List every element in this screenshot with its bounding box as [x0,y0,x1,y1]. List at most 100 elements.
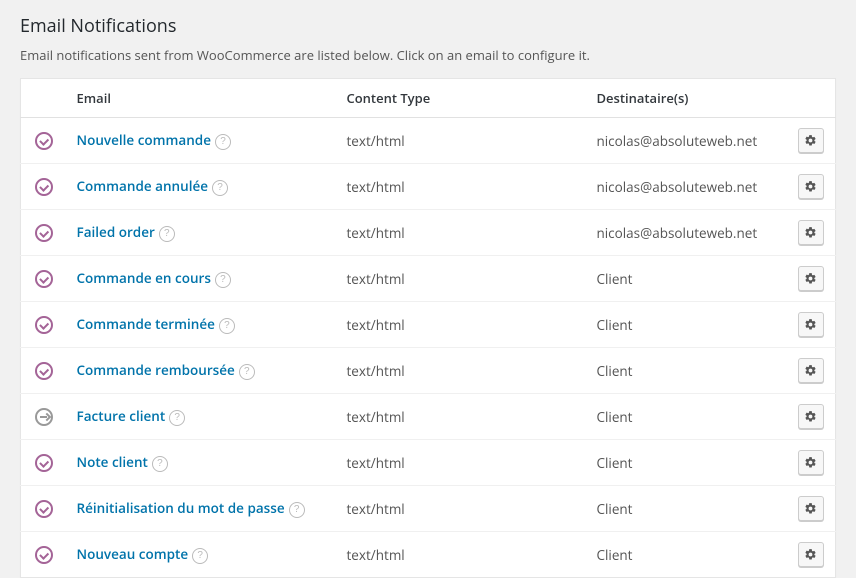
column-header-content-type: Content Type [337,79,587,118]
email-name-cell: Note client? [67,440,337,486]
action-cell [788,164,836,210]
table-row: Commande annulée? text/htmlnicolas@absolu… [21,164,836,210]
recipient-cell: Client [587,486,788,532]
action-cell [788,118,836,164]
page-description: Email notifications sent from WooCommerc… [20,46,836,64]
gear-icon [804,410,817,423]
content-type-cell: text/html [337,164,587,210]
email-link[interactable]: Commande annulée [77,177,209,195]
configure-button[interactable] [798,404,824,429]
configure-button[interactable] [798,220,824,245]
help-tip-icon[interactable]: ? [212,180,228,196]
content-type-cell: text/html [337,302,587,348]
configure-button[interactable] [798,450,824,475]
email-link[interactable]: Nouvelle commande [77,131,212,149]
gear-icon [804,364,817,377]
page-title: Email Notifications [20,14,836,38]
table-row: Note client?text/htmlClient [21,440,836,486]
recipient-cell: Client [587,440,788,486]
recipient-cell: Client [587,256,788,302]
recipient-cell: nicolas@absoluteweb.net [587,118,788,164]
help-tip-icon[interactable]: ? [215,134,231,150]
table-row: Failed order? text/htmlnicolas@absolutewe… [21,210,836,256]
status-cell [21,302,67,348]
column-header-status [21,79,67,118]
email-name-cell: Commande remboursée? [67,348,337,394]
content-type-cell: text/html [337,440,587,486]
status-cell [21,164,67,210]
configure-button[interactable] [798,174,824,199]
action-cell [788,256,836,302]
gear-icon [804,180,817,193]
status-enabled-icon [35,132,53,150]
email-link[interactable]: Commande terminée [77,315,215,333]
content-type-cell: text/html [337,532,587,578]
email-name-cell: Réinitialisation du mot de passe? [67,486,337,532]
status-cell [21,256,67,302]
configure-button[interactable] [798,266,824,291]
email-link[interactable]: Failed order [77,223,155,241]
gear-icon [804,226,817,239]
status-cell [21,486,67,532]
email-link[interactable]: Facture client [77,407,166,425]
gear-icon [804,318,817,331]
status-enabled-icon [35,454,53,472]
status-enabled-icon [35,500,53,518]
column-header-actions [788,79,836,118]
status-cell [21,440,67,486]
gear-icon [804,134,817,147]
email-link[interactable]: Commande remboursée [77,361,235,379]
configure-button[interactable] [798,312,824,337]
email-link[interactable]: Réinitialisation du mot de passe [77,499,285,517]
action-cell [788,210,836,256]
column-header-recipients: Destinataire(s) [587,79,788,118]
recipient-cell: nicolas@absoluteweb.net [587,164,788,210]
table-row: Commande remboursée?text/htmlClient [21,348,836,394]
email-name-cell: Nouvelle commande? [67,118,337,164]
column-header-email: Email [67,79,337,118]
status-manual-icon [35,408,53,426]
content-type-cell: text/html [337,486,587,532]
status-enabled-icon [35,316,53,334]
action-cell [788,440,836,486]
recipient-cell: Client [587,348,788,394]
configure-button[interactable] [798,496,824,521]
status-cell [21,532,67,578]
help-tip-icon[interactable]: ? [152,456,168,472]
gear-icon [804,548,817,561]
email-link[interactable]: Commande en cours [77,269,211,287]
action-cell [788,532,836,578]
help-tip-icon[interactable]: ? [192,548,208,564]
recipient-cell: Client [587,394,788,440]
table-row: Commande terminée?text/htmlClient [21,302,836,348]
email-name-cell: Commande en cours? [67,256,337,302]
help-tip-icon[interactable]: ? [289,502,305,518]
help-tip-icon[interactable]: ? [159,226,175,242]
status-cell [21,394,67,440]
table-header-row: Email Content Type Destinataire(s) [21,79,836,118]
email-link[interactable]: Note client [77,453,148,471]
gear-icon [804,456,817,469]
status-cell [21,210,67,256]
help-tip-icon[interactable]: ? [215,272,231,288]
status-cell [21,118,67,164]
configure-button[interactable] [798,128,824,153]
help-tip-icon[interactable]: ? [239,364,255,380]
email-link[interactable]: Nouveau compte [77,545,189,563]
action-cell [788,302,836,348]
status-enabled-icon [35,546,53,564]
recipient-cell: nicolas@absoluteweb.net [587,210,788,256]
table-row: Facture client?text/htmlClient [21,394,836,440]
help-tip-icon[interactable]: ? [169,410,185,426]
table-row: Nouvelle commande?text/htmlnicolas@absol… [21,118,836,164]
status-enabled-icon [35,362,53,380]
content-type-cell: text/html [337,118,587,164]
configure-button[interactable] [798,358,824,383]
action-cell [788,348,836,394]
status-enabled-icon [35,178,53,196]
recipient-cell: Client [587,532,788,578]
configure-button[interactable] [798,542,824,567]
help-tip-icon[interactable]: ? [219,318,235,334]
table-row: Commande en cours?text/htmlClient [21,256,836,302]
content-type-cell: text/html [337,210,587,256]
